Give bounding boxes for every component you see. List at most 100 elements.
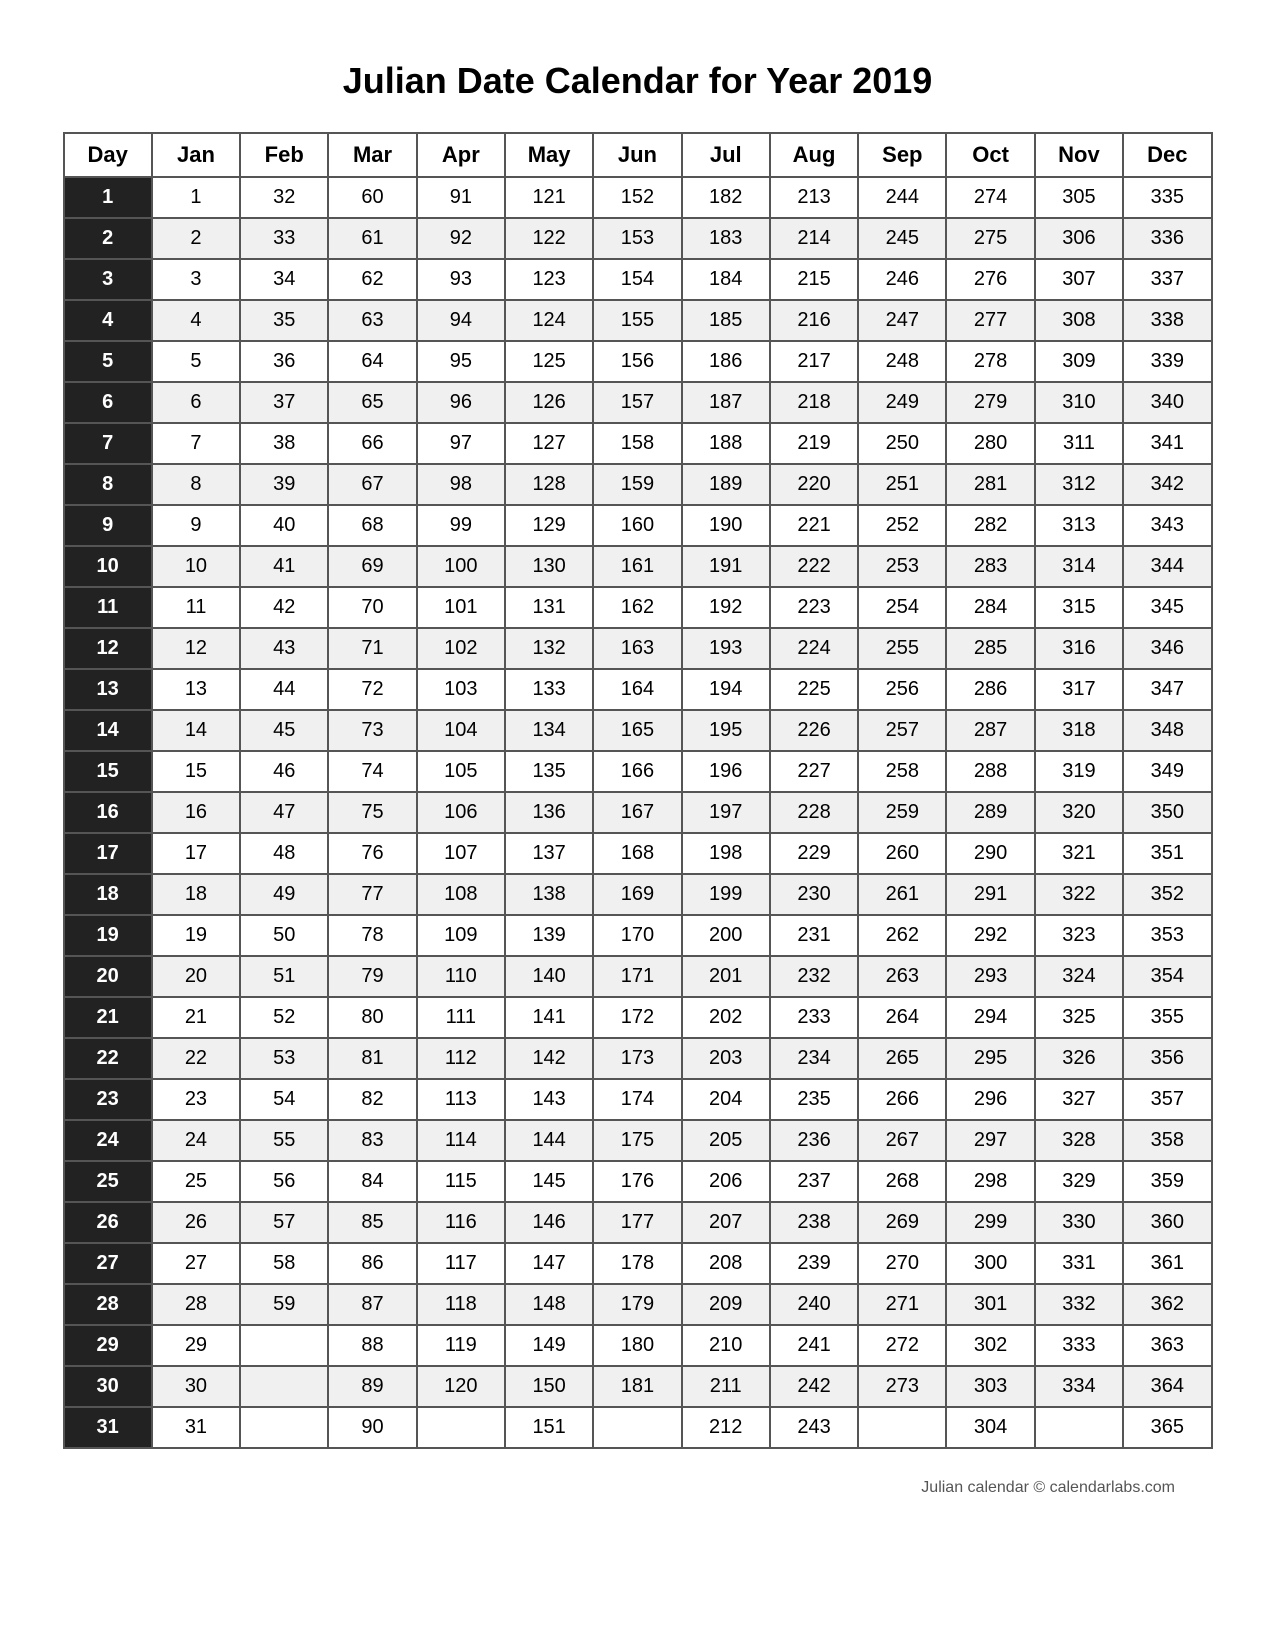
month-cell-jan: 13 xyxy=(152,669,240,710)
month-cell-nov: 316 xyxy=(1035,628,1123,669)
month-cell-sep: 271 xyxy=(858,1284,946,1325)
month-cell-oct: 278 xyxy=(946,341,1034,382)
month-cell-aug: 225 xyxy=(770,669,858,710)
month-cell-oct: 294 xyxy=(946,997,1034,1038)
month-cell-dec: 347 xyxy=(1123,669,1211,710)
month-cell-apr: 113 xyxy=(417,1079,505,1120)
month-cell-jan: 20 xyxy=(152,956,240,997)
month-cell-oct: 296 xyxy=(946,1079,1034,1120)
day-cell: 10 xyxy=(64,546,152,587)
month-cell-jul: 191 xyxy=(682,546,770,587)
month-cell-mar: 64 xyxy=(328,341,416,382)
day-cell: 17 xyxy=(64,833,152,874)
month-cell-may: 132 xyxy=(505,628,593,669)
month-cell-jul: 193 xyxy=(682,628,770,669)
month-cell-jun: 166 xyxy=(593,751,681,792)
month-cell-mar: 66 xyxy=(328,423,416,464)
footer-credit: Julian calendar © calendarlabs.com xyxy=(921,1479,1175,1497)
month-cell-feb xyxy=(240,1366,328,1407)
month-cell-oct: 297 xyxy=(946,1120,1034,1161)
month-cell-jun: 175 xyxy=(593,1120,681,1161)
day-cell: 19 xyxy=(64,915,152,956)
day-cell: 5 xyxy=(64,341,152,382)
month-cell-aug: 235 xyxy=(770,1079,858,1120)
column-header-aug: Aug xyxy=(770,133,858,177)
month-cell-apr: 114 xyxy=(417,1120,505,1161)
month-cell-jun: 163 xyxy=(593,628,681,669)
month-cell-oct: 303 xyxy=(946,1366,1034,1407)
month-cell-apr: 108 xyxy=(417,874,505,915)
month-cell-jul: 196 xyxy=(682,751,770,792)
month-cell-nov: 305 xyxy=(1035,177,1123,218)
column-header-mar: Mar xyxy=(328,133,416,177)
month-cell-mar: 68 xyxy=(328,505,416,546)
month-cell-jul: 184 xyxy=(682,259,770,300)
month-cell-feb: 48 xyxy=(240,833,328,874)
month-cell-jan: 4 xyxy=(152,300,240,341)
month-cell-apr xyxy=(417,1407,505,1448)
month-cell-jun: 154 xyxy=(593,259,681,300)
month-cell-sep xyxy=(858,1407,946,1448)
month-cell-oct: 293 xyxy=(946,956,1034,997)
month-cell-oct: 285 xyxy=(946,628,1034,669)
month-cell-nov: 333 xyxy=(1035,1325,1123,1366)
table-row: 22336192122153183214245275306336 xyxy=(64,218,1212,259)
month-cell-jul: 195 xyxy=(682,710,770,751)
julian-calendar-table: DayJanFebMarAprMayJunJulAugSepOctNovDec … xyxy=(63,132,1213,1449)
month-cell-may: 148 xyxy=(505,1284,593,1325)
column-header-oct: Oct xyxy=(946,133,1034,177)
month-cell-dec: 363 xyxy=(1123,1325,1211,1366)
month-cell-jul: 208 xyxy=(682,1243,770,1284)
month-cell-mar: 67 xyxy=(328,464,416,505)
month-cell-may: 129 xyxy=(505,505,593,546)
month-cell-may: 122 xyxy=(505,218,593,259)
month-cell-jan: 26 xyxy=(152,1202,240,1243)
month-cell-apr: 110 xyxy=(417,956,505,997)
month-cell-mar: 84 xyxy=(328,1161,416,1202)
month-cell-mar: 73 xyxy=(328,710,416,751)
month-cell-nov: 328 xyxy=(1035,1120,1123,1161)
month-cell-apr: 92 xyxy=(417,218,505,259)
month-cell-oct: 284 xyxy=(946,587,1034,628)
month-cell-jun: 162 xyxy=(593,587,681,628)
column-header-jun: Jun xyxy=(593,133,681,177)
month-cell-may: 150 xyxy=(505,1366,593,1407)
month-cell-nov: 324 xyxy=(1035,956,1123,997)
month-cell-jan: 28 xyxy=(152,1284,240,1325)
month-cell-aug: 234 xyxy=(770,1038,858,1079)
month-cell-feb: 52 xyxy=(240,997,328,1038)
month-cell-jun: 173 xyxy=(593,1038,681,1079)
month-cell-mar: 65 xyxy=(328,382,416,423)
month-cell-oct: 301 xyxy=(946,1284,1034,1325)
day-cell: 9 xyxy=(64,505,152,546)
day-cell: 12 xyxy=(64,628,152,669)
month-cell-sep: 250 xyxy=(858,423,946,464)
month-cell-aug: 236 xyxy=(770,1120,858,1161)
month-cell-dec: 360 xyxy=(1123,1202,1211,1243)
month-cell-jun: 152 xyxy=(593,177,681,218)
day-cell: 31 xyxy=(64,1407,152,1448)
table-row: 25255684115145176206237268298329359 xyxy=(64,1161,1212,1202)
month-cell-dec: 339 xyxy=(1123,341,1211,382)
month-cell-dec: 346 xyxy=(1123,628,1211,669)
month-cell-aug: 217 xyxy=(770,341,858,382)
month-cell-jul: 187 xyxy=(682,382,770,423)
month-cell-jul: 183 xyxy=(682,218,770,259)
month-cell-may: 123 xyxy=(505,259,593,300)
month-cell-aug: 231 xyxy=(770,915,858,956)
month-cell-jul: 198 xyxy=(682,833,770,874)
month-cell-dec: 362 xyxy=(1123,1284,1211,1325)
month-cell-nov: 322 xyxy=(1035,874,1123,915)
month-cell-jan: 27 xyxy=(152,1243,240,1284)
month-cell-aug: 237 xyxy=(770,1161,858,1202)
month-cell-sep: 248 xyxy=(858,341,946,382)
month-cell-apr: 100 xyxy=(417,546,505,587)
month-cell-dec: 351 xyxy=(1123,833,1211,874)
month-cell-may: 151 xyxy=(505,1407,593,1448)
month-cell-dec: 338 xyxy=(1123,300,1211,341)
month-cell-aug: 224 xyxy=(770,628,858,669)
month-cell-apr: 107 xyxy=(417,833,505,874)
month-cell-mar: 69 xyxy=(328,546,416,587)
month-cell-sep: 254 xyxy=(858,587,946,628)
month-cell-mar: 83 xyxy=(328,1120,416,1161)
